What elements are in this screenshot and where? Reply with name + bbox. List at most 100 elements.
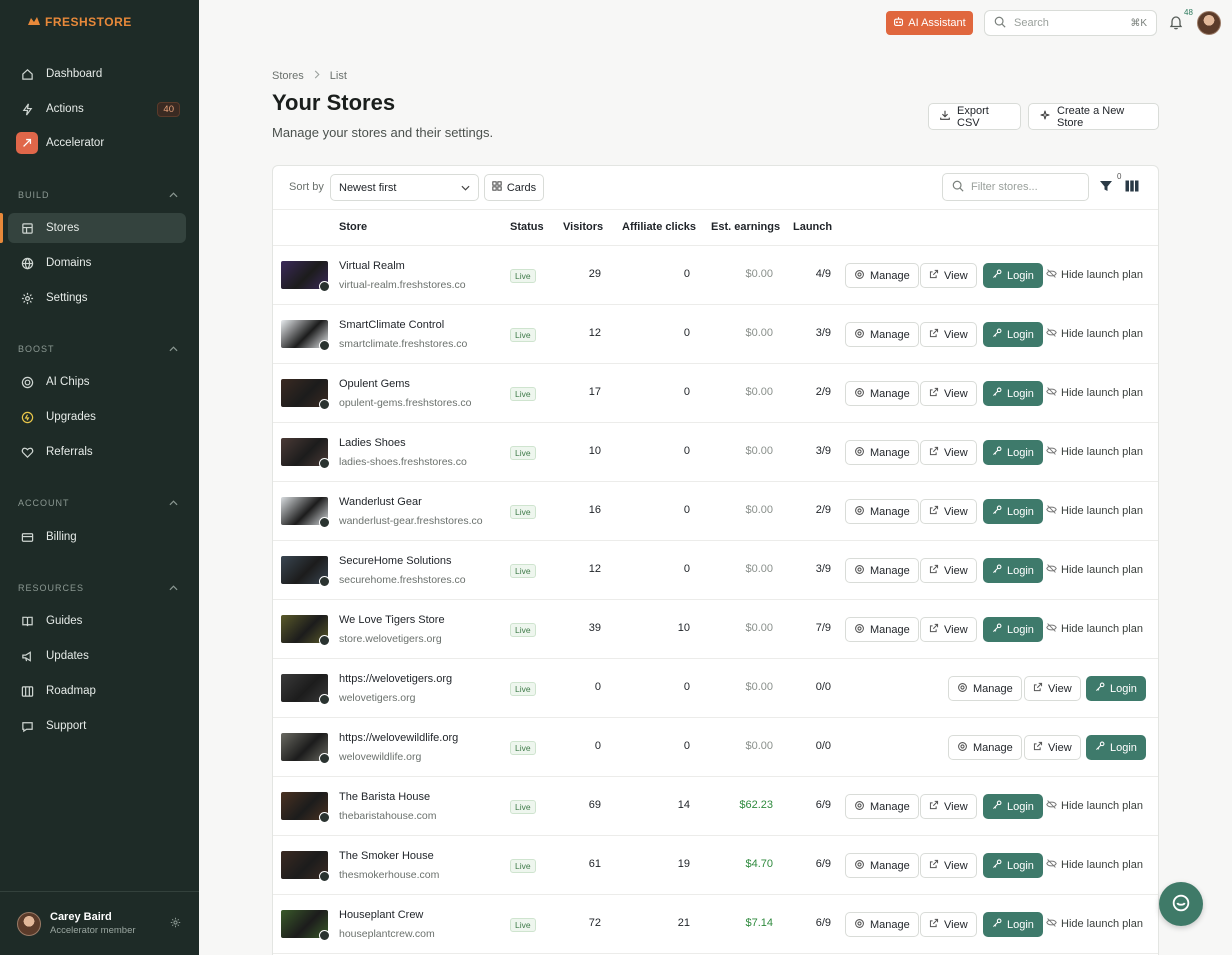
store-name[interactable]: Opulent Gems — [339, 378, 410, 390]
header-affiliate-clicks[interactable]: Affiliate clicks — [622, 221, 696, 233]
avatar[interactable] — [1197, 11, 1221, 35]
sidebar-item-accelerator[interactable]: Accelerator — [8, 128, 186, 158]
hide-launch-plan-link[interactable]: Hide launch plan — [1046, 327, 1143, 341]
section-resources[interactable]: RESOURCES — [18, 583, 178, 593]
store-name[interactable]: SecureHome Solutions — [339, 555, 452, 567]
section-account[interactable]: ACCOUNT — [18, 498, 178, 508]
store-domain[interactable]: ladies-shoes.freshstores.co — [339, 456, 467, 468]
store-name[interactable]: SmartClimate Control — [339, 319, 444, 331]
manage-button[interactable]: Manage — [948, 676, 1022, 701]
brand-logo[interactable]: FRESH STORE — [27, 15, 132, 29]
login-button[interactable]: Login — [983, 263, 1043, 288]
sidebar-item-billing[interactable]: Billing — [8, 522, 186, 552]
store-name[interactable]: Ladies Shoes — [339, 437, 406, 449]
columns-icon[interactable] — [1125, 180, 1139, 195]
header-status[interactable]: Status — [510, 221, 544, 233]
login-button[interactable]: Login — [983, 440, 1043, 465]
store-name[interactable]: The Smoker House — [339, 850, 434, 862]
export-csv-button[interactable]: Export CSV — [928, 103, 1021, 130]
view-button[interactable]: View — [920, 381, 977, 406]
sidebar-item-guides[interactable]: Guides — [8, 606, 186, 636]
sidebar-item-stores[interactable]: Stores — [8, 213, 186, 243]
store-domain[interactable]: houseplantcrew.com — [339, 928, 435, 940]
sidebar-item-ai-chips[interactable]: AI Chips — [8, 367, 186, 397]
hide-launch-plan-link[interactable]: Hide launch plan — [1046, 445, 1143, 459]
login-button[interactable]: Login — [983, 381, 1043, 406]
view-button[interactable]: View — [920, 853, 977, 878]
login-button[interactable]: Login — [983, 322, 1043, 347]
manage-button[interactable]: Manage — [845, 558, 919, 583]
store-name[interactable]: We Love Tigers Store — [339, 614, 445, 626]
login-button[interactable]: Login — [983, 617, 1043, 642]
view-button[interactable]: View — [920, 263, 977, 288]
store-name[interactable]: The Barista House — [339, 791, 430, 803]
store-domain[interactable]: welovetigers.org — [339, 692, 415, 704]
manage-button[interactable]: Manage — [845, 853, 919, 878]
section-boost[interactable]: BOOST — [18, 344, 178, 354]
store-name[interactable]: Houseplant Crew — [339, 909, 423, 921]
user-profile[interactable]: Carey Baird Accelerator member — [0, 891, 199, 955]
store-name[interactable]: https://welovewildlife.org — [339, 732, 458, 744]
login-button[interactable]: Login — [983, 853, 1043, 878]
login-button[interactable]: Login — [1086, 676, 1146, 701]
hide-launch-plan-link[interactable]: Hide launch plan — [1046, 504, 1143, 518]
store-name[interactable]: https://welovetigers.org — [339, 673, 452, 685]
view-button[interactable]: View — [920, 912, 977, 937]
store-domain[interactable]: virtual-realm.freshstores.co — [339, 279, 466, 291]
view-button[interactable]: View — [920, 558, 977, 583]
manage-button[interactable]: Manage — [845, 499, 919, 524]
manage-button[interactable]: Manage — [845, 322, 919, 347]
sidebar-item-support[interactable]: Support — [8, 711, 186, 741]
store-domain[interactable]: thesmokerhouse.com — [339, 869, 439, 881]
sort-select[interactable]: Newest first — [330, 174, 479, 201]
hide-launch-plan-link[interactable]: Hide launch plan — [1046, 268, 1143, 282]
manage-button[interactable]: Manage — [845, 381, 919, 406]
view-button[interactable]: View — [1024, 735, 1081, 760]
gear-icon[interactable] — [170, 917, 181, 931]
store-domain[interactable]: welovewildlife.org — [339, 751, 421, 763]
hide-launch-plan-link[interactable]: Hide launch plan — [1046, 563, 1143, 577]
cards-view-button[interactable]: Cards — [484, 174, 544, 201]
login-button[interactable]: Login — [983, 558, 1043, 583]
breadcrumb-stores[interactable]: Stores — [272, 70, 304, 82]
hide-launch-plan-link[interactable]: Hide launch plan — [1046, 622, 1143, 636]
sidebar-item-dashboard[interactable]: Dashboard — [8, 59, 186, 89]
login-button[interactable]: Login — [1086, 735, 1146, 760]
store-name[interactable]: Virtual Realm — [339, 260, 405, 272]
section-build[interactable]: BUILD — [18, 190, 178, 200]
manage-button[interactable]: Manage — [845, 617, 919, 642]
ai-assistant-button[interactable]: AI Assistant — [886, 11, 973, 35]
view-button[interactable]: View — [920, 499, 977, 524]
store-domain[interactable]: smartclimate.freshstores.co — [339, 338, 467, 350]
store-domain[interactable]: store.welovetigers.org — [339, 633, 442, 645]
store-name[interactable]: Wanderlust Gear — [339, 496, 422, 508]
hide-launch-plan-link[interactable]: Hide launch plan — [1046, 917, 1143, 931]
manage-button[interactable]: Manage — [845, 440, 919, 465]
sidebar-item-referrals[interactable]: Referrals — [8, 437, 186, 467]
sidebar-item-actions[interactable]: Actions 40 — [8, 94, 186, 124]
store-domain[interactable]: wanderlust-gear.freshstores.co — [339, 515, 483, 527]
view-button[interactable]: View — [1024, 676, 1081, 701]
sidebar-item-domains[interactable]: Domains — [8, 248, 186, 278]
hide-launch-plan-link[interactable]: Hide launch plan — [1046, 386, 1143, 400]
sidebar-item-upgrades[interactable]: Upgrades — [8, 402, 186, 432]
create-store-button[interactable]: Create a New Store — [1028, 103, 1159, 130]
view-button[interactable]: View — [920, 322, 977, 347]
store-domain[interactable]: thebaristahouse.com — [339, 810, 436, 822]
support-chat-button[interactable] — [1159, 882, 1203, 926]
sidebar-item-settings[interactable]: Settings — [8, 283, 186, 313]
header-launch[interactable]: Launch — [793, 221, 832, 233]
hide-launch-plan-link[interactable]: Hide launch plan — [1046, 858, 1143, 872]
header-visitors[interactable]: Visitors — [563, 221, 603, 233]
login-button[interactable]: Login — [983, 499, 1043, 524]
sidebar-item-updates[interactable]: Updates — [8, 641, 186, 671]
store-domain[interactable]: opulent-gems.freshstores.co — [339, 397, 471, 409]
hide-launch-plan-link[interactable]: Hide launch plan — [1046, 799, 1143, 813]
search-input[interactable]: Search ⌘K — [984, 10, 1157, 36]
view-button[interactable]: View — [920, 794, 977, 819]
store-domain[interactable]: securehome.freshstores.co — [339, 574, 466, 586]
filter-icon[interactable] — [1099, 179, 1113, 196]
filter-stores-input[interactable]: Filter stores... — [942, 173, 1089, 201]
sidebar-item-roadmap[interactable]: Roadmap — [8, 676, 186, 706]
view-button[interactable]: View — [920, 617, 977, 642]
